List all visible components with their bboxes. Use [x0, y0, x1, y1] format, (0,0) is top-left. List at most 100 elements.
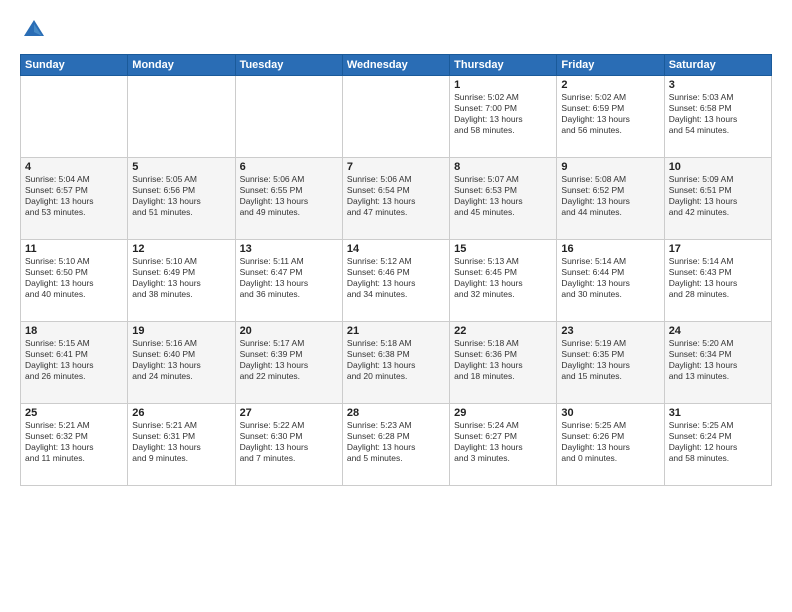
- day-number: 17: [669, 243, 767, 255]
- day-number: 27: [240, 407, 338, 419]
- week-row-2: 4Sunrise: 5:04 AM Sunset: 6:57 PM Daylig…: [21, 158, 772, 240]
- calendar-cell: 3Sunrise: 5:03 AM Sunset: 6:58 PM Daylig…: [664, 76, 771, 158]
- calendar-cell: 17Sunrise: 5:14 AM Sunset: 6:43 PM Dayli…: [664, 240, 771, 322]
- day-info: Sunrise: 5:19 AM Sunset: 6:35 PM Dayligh…: [561, 338, 659, 382]
- day-number: 23: [561, 325, 659, 337]
- day-number: 2: [561, 79, 659, 91]
- weekday-header-sunday: Sunday: [21, 55, 128, 76]
- day-info: Sunrise: 5:25 AM Sunset: 6:26 PM Dayligh…: [561, 420, 659, 464]
- weekday-header-saturday: Saturday: [664, 55, 771, 76]
- weekday-header-tuesday: Tuesday: [235, 55, 342, 76]
- weekday-row: SundayMondayTuesdayWednesdayThursdayFrid…: [21, 55, 772, 76]
- day-info: Sunrise: 5:06 AM Sunset: 6:55 PM Dayligh…: [240, 174, 338, 218]
- day-info: Sunrise: 5:09 AM Sunset: 6:51 PM Dayligh…: [669, 174, 767, 218]
- calendar-cell: 14Sunrise: 5:12 AM Sunset: 6:46 PM Dayli…: [342, 240, 449, 322]
- calendar-cell: 24Sunrise: 5:20 AM Sunset: 6:34 PM Dayli…: [664, 322, 771, 404]
- day-info: Sunrise: 5:15 AM Sunset: 6:41 PM Dayligh…: [25, 338, 123, 382]
- day-number: 13: [240, 243, 338, 255]
- day-info: Sunrise: 5:14 AM Sunset: 6:43 PM Dayligh…: [669, 256, 767, 300]
- calendar-cell: [235, 76, 342, 158]
- day-info: Sunrise: 5:04 AM Sunset: 6:57 PM Dayligh…: [25, 174, 123, 218]
- day-number: 7: [347, 161, 445, 173]
- day-info: Sunrise: 5:03 AM Sunset: 6:58 PM Dayligh…: [669, 92, 767, 136]
- calendar: SundayMondayTuesdayWednesdayThursdayFrid…: [20, 54, 772, 486]
- day-info: Sunrise: 5:10 AM Sunset: 6:49 PM Dayligh…: [132, 256, 230, 300]
- calendar-cell: 10Sunrise: 5:09 AM Sunset: 6:51 PM Dayli…: [664, 158, 771, 240]
- day-number: 18: [25, 325, 123, 337]
- day-info: Sunrise: 5:16 AM Sunset: 6:40 PM Dayligh…: [132, 338, 230, 382]
- day-info: Sunrise: 5:24 AM Sunset: 6:27 PM Dayligh…: [454, 420, 552, 464]
- day-number: 12: [132, 243, 230, 255]
- calendar-cell: [21, 76, 128, 158]
- day-number: 11: [25, 243, 123, 255]
- day-info: Sunrise: 5:21 AM Sunset: 6:31 PM Dayligh…: [132, 420, 230, 464]
- calendar-cell: 9Sunrise: 5:08 AM Sunset: 6:52 PM Daylig…: [557, 158, 664, 240]
- calendar-cell: 21Sunrise: 5:18 AM Sunset: 6:38 PM Dayli…: [342, 322, 449, 404]
- day-number: 4: [25, 161, 123, 173]
- weekday-header-friday: Friday: [557, 55, 664, 76]
- day-info: Sunrise: 5:21 AM Sunset: 6:32 PM Dayligh…: [25, 420, 123, 464]
- calendar-cell: 19Sunrise: 5:16 AM Sunset: 6:40 PM Dayli…: [128, 322, 235, 404]
- day-number: 24: [669, 325, 767, 337]
- day-number: 6: [240, 161, 338, 173]
- day-number: 28: [347, 407, 445, 419]
- calendar-cell: 22Sunrise: 5:18 AM Sunset: 6:36 PM Dayli…: [450, 322, 557, 404]
- calendar-cell: 5Sunrise: 5:05 AM Sunset: 6:56 PM Daylig…: [128, 158, 235, 240]
- week-row-4: 18Sunrise: 5:15 AM Sunset: 6:41 PM Dayli…: [21, 322, 772, 404]
- calendar-cell: 12Sunrise: 5:10 AM Sunset: 6:49 PM Dayli…: [128, 240, 235, 322]
- calendar-cell: 15Sunrise: 5:13 AM Sunset: 6:45 PM Dayli…: [450, 240, 557, 322]
- day-info: Sunrise: 5:17 AM Sunset: 6:39 PM Dayligh…: [240, 338, 338, 382]
- calendar-body: 1Sunrise: 5:02 AM Sunset: 7:00 PM Daylig…: [21, 76, 772, 486]
- calendar-cell: 4Sunrise: 5:04 AM Sunset: 6:57 PM Daylig…: [21, 158, 128, 240]
- calendar-cell: 26Sunrise: 5:21 AM Sunset: 6:31 PM Dayli…: [128, 404, 235, 486]
- calendar-cell: 23Sunrise: 5:19 AM Sunset: 6:35 PM Dayli…: [557, 322, 664, 404]
- day-number: 5: [132, 161, 230, 173]
- day-number: 9: [561, 161, 659, 173]
- calendar-cell: 25Sunrise: 5:21 AM Sunset: 6:32 PM Dayli…: [21, 404, 128, 486]
- calendar-cell: 27Sunrise: 5:22 AM Sunset: 6:30 PM Dayli…: [235, 404, 342, 486]
- calendar-cell: 20Sunrise: 5:17 AM Sunset: 6:39 PM Dayli…: [235, 322, 342, 404]
- day-number: 31: [669, 407, 767, 419]
- day-info: Sunrise: 5:14 AM Sunset: 6:44 PM Dayligh…: [561, 256, 659, 300]
- day-number: 14: [347, 243, 445, 255]
- calendar-cell: 6Sunrise: 5:06 AM Sunset: 6:55 PM Daylig…: [235, 158, 342, 240]
- calendar-cell: 31Sunrise: 5:25 AM Sunset: 6:24 PM Dayli…: [664, 404, 771, 486]
- day-number: 15: [454, 243, 552, 255]
- week-row-3: 11Sunrise: 5:10 AM Sunset: 6:50 PM Dayli…: [21, 240, 772, 322]
- day-info: Sunrise: 5:18 AM Sunset: 6:36 PM Dayligh…: [454, 338, 552, 382]
- week-row-5: 25Sunrise: 5:21 AM Sunset: 6:32 PM Dayli…: [21, 404, 772, 486]
- day-number: 22: [454, 325, 552, 337]
- day-info: Sunrise: 5:05 AM Sunset: 6:56 PM Dayligh…: [132, 174, 230, 218]
- page: SundayMondayTuesdayWednesdayThursdayFrid…: [0, 0, 792, 612]
- day-info: Sunrise: 5:23 AM Sunset: 6:28 PM Dayligh…: [347, 420, 445, 464]
- day-info: Sunrise: 5:08 AM Sunset: 6:52 PM Dayligh…: [561, 174, 659, 218]
- day-info: Sunrise: 5:12 AM Sunset: 6:46 PM Dayligh…: [347, 256, 445, 300]
- calendar-cell: 18Sunrise: 5:15 AM Sunset: 6:41 PM Dayli…: [21, 322, 128, 404]
- day-number: 20: [240, 325, 338, 337]
- day-info: Sunrise: 5:02 AM Sunset: 6:59 PM Dayligh…: [561, 92, 659, 136]
- day-info: Sunrise: 5:07 AM Sunset: 6:53 PM Dayligh…: [454, 174, 552, 218]
- day-info: Sunrise: 5:20 AM Sunset: 6:34 PM Dayligh…: [669, 338, 767, 382]
- day-number: 21: [347, 325, 445, 337]
- day-number: 26: [132, 407, 230, 419]
- day-number: 29: [454, 407, 552, 419]
- day-number: 19: [132, 325, 230, 337]
- calendar-header: SundayMondayTuesdayWednesdayThursdayFrid…: [21, 55, 772, 76]
- day-info: Sunrise: 5:18 AM Sunset: 6:38 PM Dayligh…: [347, 338, 445, 382]
- day-number: 30: [561, 407, 659, 419]
- calendar-cell: [128, 76, 235, 158]
- calendar-cell: [342, 76, 449, 158]
- weekday-header-wednesday: Wednesday: [342, 55, 449, 76]
- day-number: 25: [25, 407, 123, 419]
- calendar-cell: 1Sunrise: 5:02 AM Sunset: 7:00 PM Daylig…: [450, 76, 557, 158]
- weekday-header-thursday: Thursday: [450, 55, 557, 76]
- calendar-cell: 29Sunrise: 5:24 AM Sunset: 6:27 PM Dayli…: [450, 404, 557, 486]
- day-info: Sunrise: 5:10 AM Sunset: 6:50 PM Dayligh…: [25, 256, 123, 300]
- day-info: Sunrise: 5:02 AM Sunset: 7:00 PM Dayligh…: [454, 92, 552, 136]
- day-info: Sunrise: 5:22 AM Sunset: 6:30 PM Dayligh…: [240, 420, 338, 464]
- day-number: 3: [669, 79, 767, 91]
- weekday-header-monday: Monday: [128, 55, 235, 76]
- day-info: Sunrise: 5:11 AM Sunset: 6:47 PM Dayligh…: [240, 256, 338, 300]
- day-number: 8: [454, 161, 552, 173]
- header: [20, 16, 772, 44]
